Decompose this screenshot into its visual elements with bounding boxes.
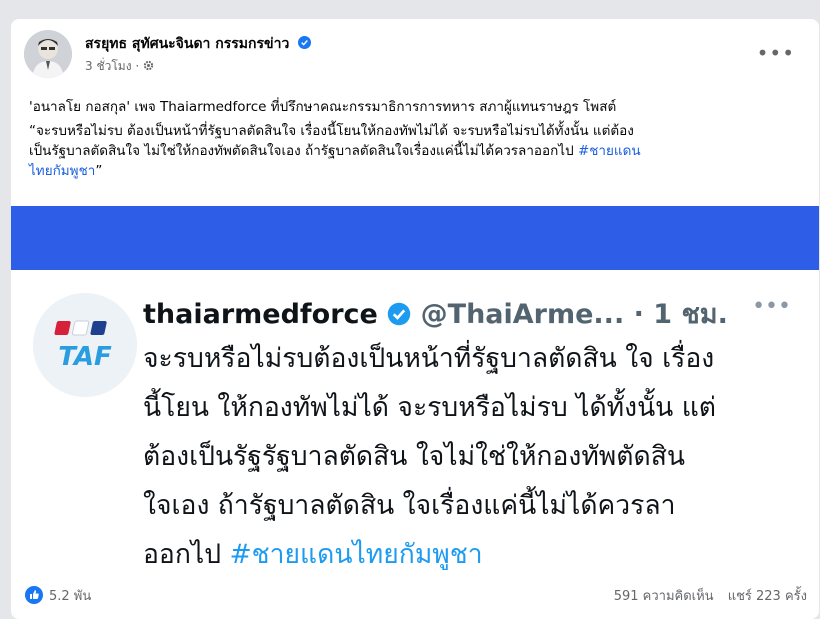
taf-logo: TAF bbox=[33, 293, 137, 397]
hashtag-link[interactable]: #ชายแดน bbox=[578, 143, 641, 159]
post-stats: 591 ความคิดเห็น แชร์ 223 ครั้ง bbox=[614, 585, 807, 606]
tweet-text: จะรบหรือไม่รบต้องเป็นหน้าที่รัฐบาลตัดสิน… bbox=[143, 334, 793, 579]
reactions-count[interactable]: 5.2 พัน bbox=[25, 585, 91, 606]
tweet-line: นี้โยน ให้กองทัพไม่ได้ จะรบหรือไม่รบ ได้… bbox=[143, 392, 717, 423]
meta-separator: · bbox=[135, 59, 144, 73]
tweet-line-prefix: ออกไป bbox=[143, 539, 230, 570]
post-quote-line: เป็นรัฐบาลตัดสินใจ ไม่ใช่ให้กองทัพตัดสิน… bbox=[29, 143, 578, 159]
like-icon bbox=[25, 586, 43, 604]
tweet-handle: @ThaiArme... bbox=[420, 299, 625, 330]
tweet-header: thaiarmedforce @ThaiArme... · 1 ชม. bbox=[143, 292, 728, 335]
quote-close: ” bbox=[95, 163, 103, 179]
tweet-line: จะรบหรือไม่รบต้องเป็นหน้าที่รัฐบาลตัดสิน… bbox=[143, 343, 715, 374]
author-avatar[interactable] bbox=[24, 30, 72, 78]
post-quote: “จะรบหรือไม่รบ ต้องเป็นหน้าที่รัฐบาลตัดส… bbox=[29, 121, 805, 181]
tweet-line: ต้องเป็นรัฐรัฐบาลตัดสิน ใจไม่ใช่ให้กองทั… bbox=[143, 441, 685, 472]
post-text: 'อนาลโย กอสกุล' เพจ Thaiarmedforce ที่ปร… bbox=[29, 97, 805, 181]
gear-icon bbox=[143, 60, 154, 71]
tweet-more-icon: ••• bbox=[752, 294, 791, 319]
post-quote-line: “จะรบหรือไม่รบ ต้องเป็นหน้าที่รัฐบาลตัดส… bbox=[29, 123, 634, 139]
author-name-text[interactable]: สรยุทธ สุทัศนะจินดา กรรมกรข่าว bbox=[85, 36, 289, 52]
comments-count[interactable]: 591 ความคิดเห็น bbox=[614, 589, 714, 604]
post-text-line: 'อนาลโย กอสกุล' เพจ Thaiarmedforce ที่ปร… bbox=[29, 99, 617, 115]
post-meta: 3 ชั่วโมง · bbox=[85, 57, 154, 76]
verified-badge-icon bbox=[298, 36, 312, 49]
tweet-line: ใจเอง ถ้ารัฐบาลตัดสิน ใจเรื่องแค่นี้ไม่ไ… bbox=[143, 490, 676, 521]
post-timestamp[interactable]: 3 ชั่วโมง bbox=[85, 59, 132, 73]
svg-text:TAF: TAF bbox=[58, 342, 112, 372]
tweet-line: ออกไป #ชายแดนไทยกัมพูชา bbox=[143, 530, 793, 579]
verified-badge-icon bbox=[388, 302, 411, 326]
shares-count[interactable]: แชร์ 223 ครั้ง bbox=[728, 589, 807, 604]
image-banner bbox=[11, 206, 819, 270]
likes-text[interactable]: 5.2 พัน bbox=[49, 589, 91, 604]
tweet-time: · 1 ชม. bbox=[633, 299, 728, 330]
more-options-icon[interactable]: ••• bbox=[757, 41, 795, 65]
post-footer: 5.2 พัน 591 ความคิดเห็น แชร์ 223 ครั้ง bbox=[11, 575, 819, 619]
tweet-account-name: thaiarmedforce bbox=[143, 299, 378, 330]
hashtag-link-cont[interactable]: ไทยกัมพูชา bbox=[29, 163, 95, 179]
tweet-hashtag: #ชายแดนไทยกัมพูชา bbox=[229, 539, 483, 570]
post-image[interactable]: TAF thaiarmedforce @ThaiArme... · 1 ชม. … bbox=[11, 206, 819, 573]
post-card: สรยุทธ สุทัศนะจินดา กรรมกรข่าว 3 ชั่วโมง… bbox=[11, 19, 819, 619]
author-name[interactable]: สรยุทธ สุทัศนะจินดา กรรมกรข่าว bbox=[85, 33, 312, 55]
